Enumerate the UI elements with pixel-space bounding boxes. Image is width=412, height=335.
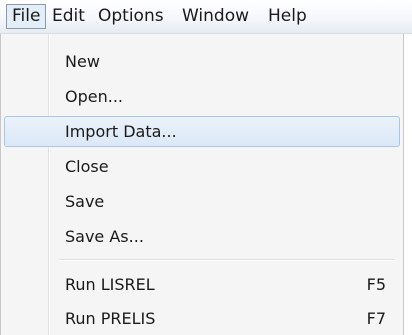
menu-options[interactable]: Options <box>92 4 170 29</box>
menu-file[interactable]: File <box>6 4 47 29</box>
menu-item-save[interactable]: Save <box>4 186 400 217</box>
menu-item-save-as[interactable]: Save As... <box>4 221 400 252</box>
menu-window[interactable]: Window <box>176 4 255 29</box>
menu-item-label: Run LISREL <box>65 275 155 294</box>
menu-item-label: Save <box>65 192 105 211</box>
menu-item-label: Import Data... <box>65 122 177 141</box>
shortcut-label: F5 <box>366 275 386 294</box>
menu-item-label: Run PRELIS <box>65 309 156 328</box>
menu-separator <box>59 259 395 261</box>
menu-item-label: Close <box>65 157 109 176</box>
menu-item-label: Open... <box>65 87 123 106</box>
menu-item-run-lisrel[interactable]: Run LISREL F5 <box>4 269 400 300</box>
menu-edit[interactable]: Edit <box>46 4 91 29</box>
file-menu-dropdown: New Open... Import Data... Close Save Sa… <box>0 34 404 335</box>
menu-item-import-data[interactable]: Import Data... <box>4 116 400 147</box>
menu-item-run-prelis[interactable]: Run PRELIS F7 <box>4 303 400 334</box>
application-window: File Edit Options Window Help New Open..… <box>0 0 412 335</box>
menu-item-label: New <box>65 52 100 71</box>
menu-help[interactable]: Help <box>262 4 313 29</box>
shortcut-label: F7 <box>366 309 386 328</box>
menu-item-close[interactable]: Close <box>4 151 400 182</box>
menu-item-open[interactable]: Open... <box>4 81 400 112</box>
menu-item-label: Save As... <box>65 227 144 246</box>
menu-bar: File Edit Options Window Help <box>0 0 412 34</box>
menu-item-new[interactable]: New <box>4 46 400 77</box>
